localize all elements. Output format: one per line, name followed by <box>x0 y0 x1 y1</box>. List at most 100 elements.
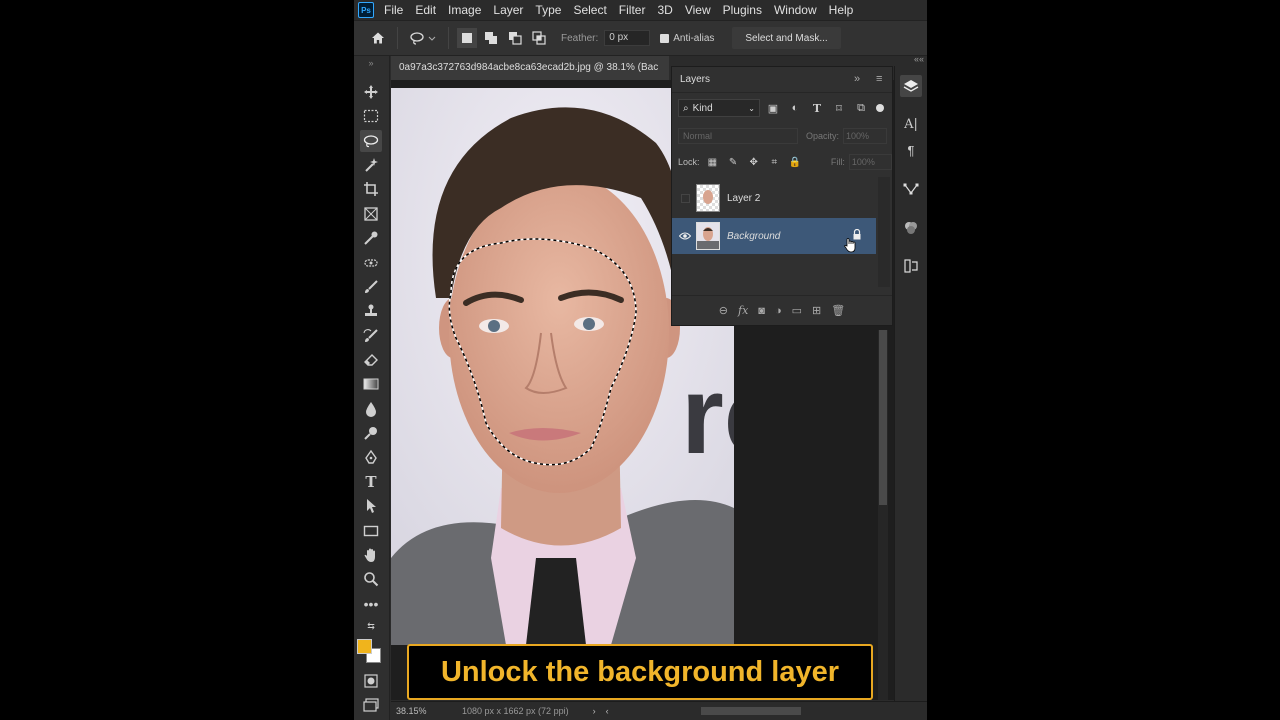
delete-layer-icon[interactable]: 🗑 <box>831 304 845 317</box>
right-strip-collapse-icon[interactable]: « <box>919 54 924 64</box>
menu-view[interactable]: View <box>685 3 711 17</box>
zoom-tool-icon[interactable] <box>360 568 382 590</box>
menu-filter[interactable]: Filter <box>619 3 646 17</box>
add-selection-icon[interactable] <box>481 28 501 48</box>
type-tool-icon[interactable]: T <box>360 471 382 493</box>
eraser-tool-icon[interactable] <box>360 349 382 371</box>
path-selection-tool-icon[interactable] <box>360 495 382 517</box>
photoshop-logo: Ps <box>358 2 374 18</box>
lock-transparency-icon[interactable]: ▦ <box>705 154 721 170</box>
hand-tool-icon[interactable] <box>360 544 382 566</box>
zoom-level[interactable]: 38.15% <box>396 706 454 716</box>
history-panel-icon[interactable] <box>900 255 922 277</box>
link-layers-icon[interactable]: ⊖ <box>719 304 728 317</box>
channels-panel-icon[interactable] <box>900 217 922 239</box>
menu-select[interactable]: Select <box>573 3 606 17</box>
screen-mode-icon[interactable] <box>360 694 382 716</box>
stamp-tool-icon[interactable] <box>360 300 382 322</box>
visibility-toggle-empty[interactable] <box>674 193 696 203</box>
lasso-tool-icon[interactable] <box>360 130 382 152</box>
eye-icon[interactable] <box>674 232 696 240</box>
brush-tool-icon[interactable] <box>360 276 382 298</box>
smart-object-filter-icon[interactable]: ⧉ <box>852 99 870 117</box>
menu-edit[interactable]: Edit <box>415 3 436 17</box>
scrollbar-thumb[interactable] <box>879 330 887 505</box>
menu-layer[interactable]: Layer <box>493 3 523 17</box>
character-panel-icon[interactable]: A| <box>900 113 922 135</box>
menu-bar: Ps File Edit Image Layer Type Select Fil… <box>354 0 927 20</box>
healing-brush-tool-icon[interactable] <box>360 252 382 274</box>
lock-pixels-icon[interactable]: ✎ <box>725 154 741 170</box>
adjustment-filter-icon[interactable]: ◐ <box>786 99 804 117</box>
panel-menu-icon[interactable]: ≡ <box>876 73 882 85</box>
scroll-left-icon[interactable]: ‹ <box>606 706 609 716</box>
new-selection-icon[interactable] <box>457 28 477 48</box>
menu-help[interactable]: Help <box>829 3 854 17</box>
lock-all-icon[interactable]: 🔒 <box>787 154 803 170</box>
select-and-mask-button[interactable]: Select and Mask... <box>732 27 841 49</box>
layers-panel-icon[interactable] <box>900 75 922 97</box>
marquee-tool-icon[interactable] <box>360 105 382 127</box>
new-layer-icon[interactable]: ⊞ <box>812 304 821 317</box>
paths-panel-icon[interactable] <box>900 177 922 199</box>
foreground-color-swatch[interactable] <box>357 639 372 654</box>
svg-text:re: re <box>681 354 734 477</box>
more-tools-icon[interactable]: ••• <box>360 593 382 615</box>
layers-panel-footer: ⊖ fx ◙ ◑ ▭ ⊞ 🗑 <box>672 295 892 325</box>
blur-tool-icon[interactable] <box>360 398 382 420</box>
expand-panel-icon[interactable]: » <box>854 73 860 85</box>
swap-colors-icon[interactable]: ⇆ <box>360 619 382 633</box>
filter-toggle-icon[interactable] <box>876 104 884 112</box>
paragraph-panel-icon[interactable]: ¶ <box>900 139 922 161</box>
subtract-selection-icon[interactable] <box>505 28 525 48</box>
opacity-input[interactable]: 100% <box>843 128 888 144</box>
feather-input[interactable]: 0 px <box>604 30 651 46</box>
frame-tool-icon[interactable] <box>360 203 382 225</box>
history-brush-tool-icon[interactable] <box>360 325 382 347</box>
menu-type[interactable]: Type <box>535 3 561 17</box>
type-filter-icon[interactable]: T <box>808 99 826 117</box>
lasso-preset-icon[interactable] <box>406 27 440 49</box>
blend-mode-dropdown[interactable]: Normal <box>678 128 798 144</box>
move-tool-icon[interactable] <box>360 81 382 103</box>
lock-label: Lock: <box>678 157 700 167</box>
antialias-checkbox[interactable] <box>660 33 670 43</box>
options-bar: Feather: 0 px Anti-alias Select and Mask… <box>354 20 927 56</box>
lock-position-icon[interactable]: ✥ <box>746 154 762 170</box>
intersect-selection-icon[interactable] <box>529 28 549 48</box>
layer-style-icon[interactable]: fx <box>738 304 748 317</box>
horizontal-scrollbar-thumb[interactable] <box>700 707 801 715</box>
pixel-filter-icon[interactable]: ▣ <box>764 99 782 117</box>
photoshop-window: Ps File Edit Image Layer Type Select Fil… <box>354 0 927 720</box>
lock-artboard-icon[interactable]: ⌗ <box>767 154 783 170</box>
menu-image[interactable]: Image <box>448 3 481 17</box>
antialias-label: Anti-alias <box>673 32 715 44</box>
kind-filter-dropdown[interactable]: ⌕ Kind ⌄ <box>678 99 760 117</box>
rectangle-tool-icon[interactable] <box>360 520 382 542</box>
vertical-scrollbar[interactable] <box>878 330 888 700</box>
status-expand-icon[interactable]: › <box>593 706 596 716</box>
fill-input[interactable]: 100% <box>848 154 893 170</box>
layers-scrollbar[interactable] <box>878 177 890 287</box>
pen-tool-icon[interactable] <box>360 447 382 469</box>
menu-file[interactable]: File <box>384 3 403 17</box>
dodge-tool-icon[interactable] <box>360 422 382 444</box>
layer-row-layer-2[interactable]: Layer 2 <box>672 180 876 216</box>
collapse-arrows-icon[interactable]: » <box>360 58 382 68</box>
home-icon[interactable] <box>367 27 389 49</box>
new-group-icon[interactable]: ▭ <box>792 304 802 317</box>
shape-filter-icon[interactable]: ⌑ <box>830 99 848 117</box>
adjustment-layer-icon[interactable]: ◑ <box>775 305 782 317</box>
kind-label: Kind <box>692 102 713 114</box>
menu-plugins[interactable]: Plugins <box>723 3 762 17</box>
menu-window[interactable]: Window <box>774 3 817 17</box>
add-mask-icon[interactable]: ◙ <box>758 305 765 317</box>
eyedropper-tool-icon[interactable] <box>360 227 382 249</box>
layers-panel-title[interactable]: Layers <box>680 74 710 85</box>
magic-wand-tool-icon[interactable] <box>360 154 382 176</box>
document-tab[interactable]: 0a97a3c372763d984acbe8ca63ecad2b.jpg @ 3… <box>391 56 669 80</box>
quick-mask-icon[interactable] <box>360 670 382 692</box>
gradient-tool-icon[interactable] <box>360 373 382 395</box>
menu-3d[interactable]: 3D <box>657 3 672 17</box>
crop-tool-icon[interactable] <box>360 178 382 200</box>
